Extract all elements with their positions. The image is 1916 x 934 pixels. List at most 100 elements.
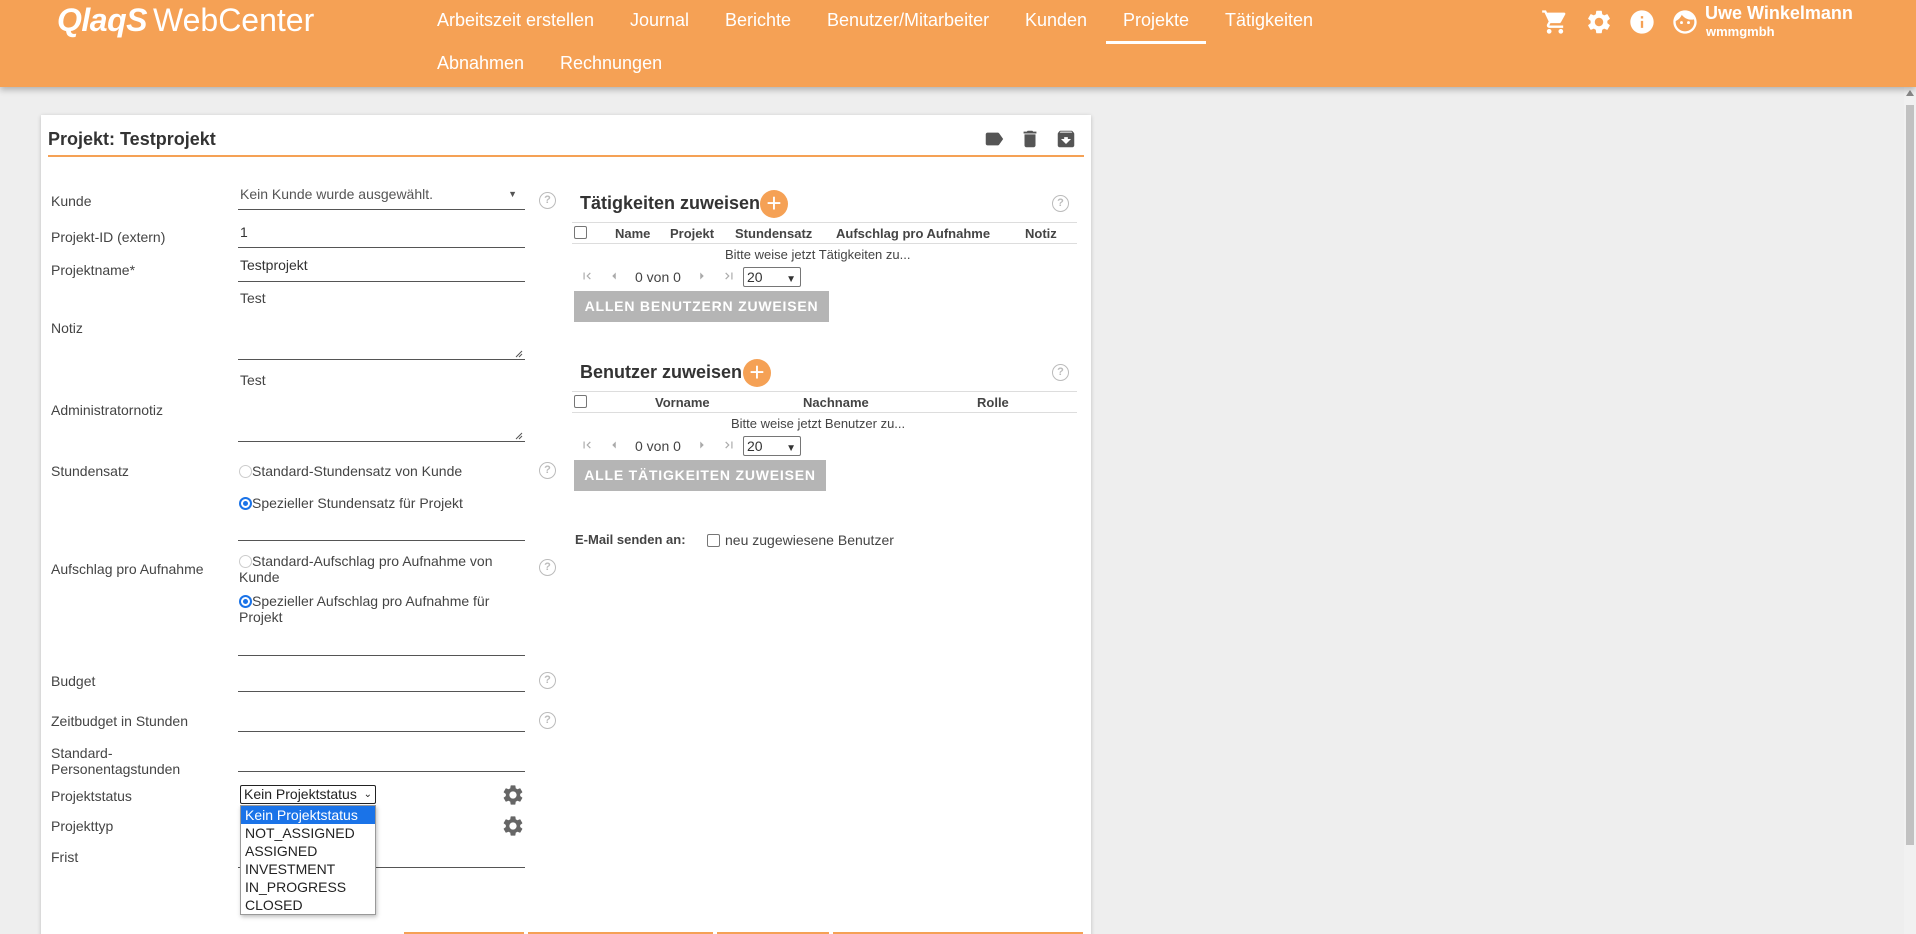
kunde-select[interactable]: Kein Kunde wurde ausgewählt. ▼ <box>238 184 525 210</box>
select-all-checkbox[interactable] <box>574 226 587 239</box>
radio-spezial-stundensatz[interactable] <box>239 497 252 510</box>
pager-status: 0 von 0 <box>635 269 681 285</box>
projektstatus-option[interactable]: ASSIGNED <box>241 842 375 860</box>
aufschlag-help-icon[interactable]: ? <box>539 559 556 576</box>
add-benutzer-button[interactable]: + <box>743 359 771 387</box>
first-page-icon[interactable] <box>580 269 594 283</box>
prev-page-icon[interactable] <box>607 438 621 452</box>
page-title: Projekt: Testprojekt <box>48 129 216 149</box>
nav-berichte[interactable]: Berichte <box>725 10 791 31</box>
nav-journal[interactable]: Journal <box>630 10 689 31</box>
chevron-down-icon: ⌄ <box>363 789 372 800</box>
projektstatus-settings-gear-icon[interactable] <box>501 783 525 807</box>
budget-input[interactable] <box>238 666 525 692</box>
allen-benutzern-zuweisen-button[interactable]: ALLEN BENUTZERN ZUWEISEN <box>574 291 829 322</box>
prev-page-icon[interactable] <box>607 269 621 283</box>
column-header[interactable]: Aufschlag pro Aufnahme <box>836 226 990 241</box>
logo-text: WebCenter <box>152 2 315 38</box>
stundensatz-input[interactable] <box>238 516 525 541</box>
projektstatus-option[interactable]: CLOSED <box>241 896 375 914</box>
projekttyp-settings-gear-icon[interactable] <box>501 814 525 838</box>
projektname-input[interactable]: Testprojekt <box>238 255 525 282</box>
radio-label: Spezieller Aufschlag pro Aufnahme für Pr… <box>239 593 490 625</box>
gear-icon[interactable] <box>1585 8 1613 36</box>
cart-icon[interactable] <box>1541 8 1569 36</box>
column-header[interactable]: Rolle <box>977 395 1009 410</box>
delete-icon[interactable] <box>1019 128 1041 150</box>
budget-label: Budget <box>51 673 96 689</box>
zeitbudget-input[interactable] <box>238 706 525 732</box>
nav-kunden[interactable]: Kunden <box>1025 10 1087 31</box>
first-page-icon[interactable] <box>580 438 594 452</box>
nav-projekte[interactable]: Projekte <box>1105 10 1207 44</box>
nav-arbeitszeit-erstellen[interactable]: Arbeitszeit erstellen <box>437 10 594 31</box>
projektname-label: Projektname* <box>51 262 136 278</box>
column-header[interactable]: Notiz <box>1025 226 1057 241</box>
column-header[interactable]: Stundensatz <box>735 226 812 241</box>
user-avatar-icon[interactable] <box>1671 8 1699 36</box>
email-senden-label: E-Mail senden an: <box>575 532 686 547</box>
zeitbudget-help-icon[interactable]: ? <box>539 712 556 729</box>
nav-benutzer-mitarbeiter[interactable]: Benutzer/Mitarbeiter <box>827 10 989 31</box>
projektstatus-select[interactable]: Kein Projektstatus ⌄ <box>240 785 376 804</box>
column-header[interactable]: Nachname <box>803 395 869 410</box>
aufschlag-input[interactable] <box>238 631 525 656</box>
resize-handle-icon[interactable] <box>515 432 523 440</box>
scroll-thumb[interactable] <box>1906 105 1914 845</box>
stundensatz-help-icon[interactable]: ? <box>539 462 556 479</box>
projektstatus-option[interactable]: INVESTMENT <box>241 860 375 878</box>
add-taetigkeit-button[interactable]: + <box>760 190 788 218</box>
adminnotiz-textarea[interactable]: Test <box>240 372 266 388</box>
radio-spezial-aufschlag[interactable] <box>239 595 252 608</box>
aufschlag-standard-option[interactable]: Standard-Aufschlag pro Aufnahme von Kund… <box>239 553 504 585</box>
nav-taetigkeiten[interactable]: Tätigkeiten <box>1225 10 1313 31</box>
kunde-help-icon[interactable]: ? <box>539 192 556 209</box>
neu-zugewiesene-benutzer-checkbox[interactable] <box>707 534 720 547</box>
resize-handle-icon[interactable] <box>515 350 523 358</box>
info-icon[interactable] <box>1628 8 1656 36</box>
radio-standard-stundensatz[interactable] <box>239 465 252 478</box>
projektstatus-option[interactable]: IN_PROGRESS <box>241 878 375 896</box>
personentag-input[interactable] <box>238 746 525 772</box>
page-scrollbar[interactable] <box>1904 87 1916 934</box>
frist-label: Frist <box>51 849 79 865</box>
column-header[interactable]: Name <box>615 226 650 241</box>
page-size-select[interactable]: 20 ▼ <box>743 436 801 456</box>
neu-zugewiesene-benutzer-label: neu zugewiesene Benutzer <box>725 532 894 548</box>
projektstatus-option[interactable]: NOT_ASSIGNED <box>241 824 375 842</box>
column-header[interactable]: Projekt <box>670 226 714 241</box>
aufschlag-spezial-option[interactable]: Spezieller Aufschlag pro Aufnahme für Pr… <box>239 593 504 625</box>
zeitbudget-label: Zeitbudget in Stunden <box>51 713 188 729</box>
column-header[interactable]: Vorname <box>655 395 710 410</box>
radio-standard-aufschlag[interactable] <box>239 555 252 568</box>
budget-help-icon[interactable]: ? <box>539 672 556 689</box>
notiz-textarea[interactable]: Test <box>240 290 266 306</box>
alle-taetigkeiten-zuweisen-button[interactable]: ALLE TÄTIGKEITEN ZUWEISEN <box>574 460 826 491</box>
scroll-up-arrow[interactable] <box>1906 90 1914 96</box>
archive-icon[interactable] <box>1055 128 1077 150</box>
projektstatus-option[interactable]: Kein Projektstatus <box>241 806 375 824</box>
stundensatz-standard-option[interactable]: Standard-Stundensatz von Kunde <box>239 463 462 479</box>
next-page-icon[interactable] <box>695 269 709 283</box>
projektstatus-dropdown-list: Kein Projektstatus NOT_ASSIGNED ASSIGNED… <box>240 805 376 915</box>
stundensatz-label: Stundensatz <box>51 463 129 479</box>
app-logo[interactable]: QlaqS WebCenter <box>57 2 314 39</box>
label-icon[interactable] <box>983 128 1005 150</box>
projekt-id-input[interactable]: 1 <box>238 222 525 248</box>
next-page-icon[interactable] <box>695 438 709 452</box>
page-size-select[interactable]: 20 ▼ <box>743 267 801 287</box>
stundensatz-spezial-option[interactable]: Spezieller Stundensatz für Projekt <box>239 495 463 511</box>
benutzer-help-icon[interactable]: ? <box>1052 364 1069 381</box>
nav-rechnungen[interactable]: Rechnungen <box>560 53 662 74</box>
last-page-icon[interactable] <box>722 438 736 452</box>
user-name[interactable]: Uwe Winkelmann <box>1705 3 1853 24</box>
chevron-down-icon: ▼ <box>508 189 517 199</box>
personentag-label: Standard-Personentagstunden <box>51 745 181 777</box>
user-company: wmmgmbh <box>1706 24 1775 39</box>
taetigkeiten-help-icon[interactable]: ? <box>1052 195 1069 212</box>
select-all-checkbox[interactable] <box>574 395 587 408</box>
last-page-icon[interactable] <box>722 269 736 283</box>
chevron-down-icon: ▼ <box>786 443 796 454</box>
nav-abnahmen[interactable]: Abnahmen <box>437 53 524 74</box>
radio-label: Standard-Stundensatz von Kunde <box>252 463 463 479</box>
